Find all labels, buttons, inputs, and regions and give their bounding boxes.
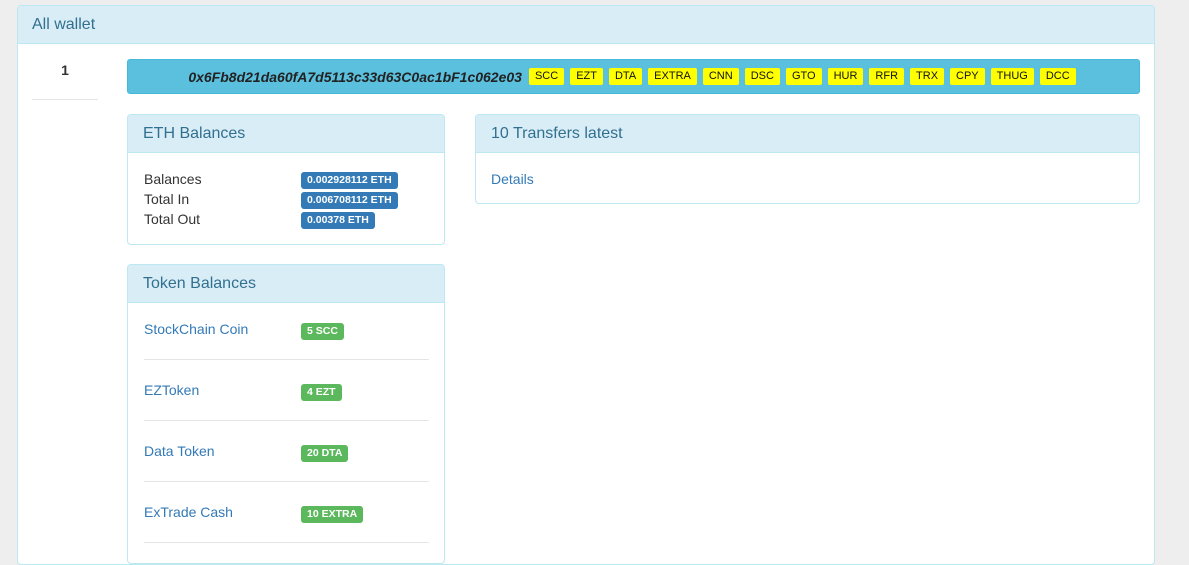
token-amount-badge: 20 DTA [301,445,349,462]
token-name-link[interactable]: Data Token [144,443,215,459]
eth-balances-value: 0.002928112 ETH [301,172,398,189]
wallet-panel: All wallet 1 0x6Fb8d21da60fA7d5113c33d63… [17,5,1155,565]
row-divider [144,420,429,421]
wallet-panel-title: All wallet [18,6,1154,44]
row-divider [144,359,429,360]
token-tag-trx[interactable]: TRX [910,68,945,85]
row-divider [144,542,429,543]
eth-balances-title: ETH Balances [128,115,444,153]
token-row: StockChain Coin 5 SCC [144,321,429,382]
token-row: Data Token 20 DTA [144,443,429,504]
token-tag-cpy[interactable]: CPY [950,68,985,85]
token-balances-panel: Token Balances StockChain Coin 5 SCC EZT… [127,264,445,564]
eth-total-out-label: Total Out [144,211,201,227]
token-row: EZToken 4 EZT [144,382,429,443]
token-amount-badge: 10 EXTRA [301,506,364,523]
token-tag-dta[interactable]: DTA [608,68,643,85]
eth-balances-panel: ETH Balances Balances 0.002928112 ETH To… [127,114,445,245]
token-name-link[interactable]: ExTrade Cash [144,504,233,520]
transfers-title: 10 Transfers latest [476,115,1139,153]
address-bar: 0x6Fb8d21da60fA7d5113c33d63C0ac1bF1c062e… [127,59,1140,94]
token-row: ExTrade Cash 10 EXTRA [144,504,429,563]
token-tag-extra[interactable]: EXTRA [648,68,697,85]
eth-total-in-label: Total In [144,191,190,207]
row-divider [144,481,429,482]
index-divider [32,99,98,100]
token-tag-gto[interactable]: GTO [785,68,822,85]
token-tag-dsc[interactable]: DSC [744,68,780,85]
token-tag-cnn[interactable]: CNN [702,68,739,85]
eth-total-in-value: 0.006708112 ETH [301,192,398,209]
token-tag-dcc[interactable]: DCC [1039,68,1076,85]
details-link[interactable]: Details [491,171,534,187]
token-tag-ezt[interactable]: EZT [570,68,603,85]
token-tag-scc[interactable]: SCC [528,68,565,85]
token-name-link[interactable]: EZToken [144,382,199,398]
eth-total-out-value: 0.00378 ETH [301,212,375,229]
token-amount-badge: 4 EZT [301,384,342,401]
token-tag-hur[interactable]: HUR [827,68,864,85]
eth-balances-label: Balances [144,171,202,187]
transfers-panel: 10 Transfers latest Details [475,114,1140,204]
token-tag-thug[interactable]: THUG [990,68,1034,85]
token-name-link[interactable]: StockChain Coin [144,321,248,337]
wallet-index: 1 [61,62,69,78]
token-amount-badge: 5 SCC [301,323,344,340]
wallet-address[interactable]: 0x6Fb8d21da60fA7d5113c33d63C0ac1bF1c062e… [188,69,522,85]
token-balances-title: Token Balances [128,265,444,303]
token-tag-rfr[interactable]: RFR [869,68,905,85]
